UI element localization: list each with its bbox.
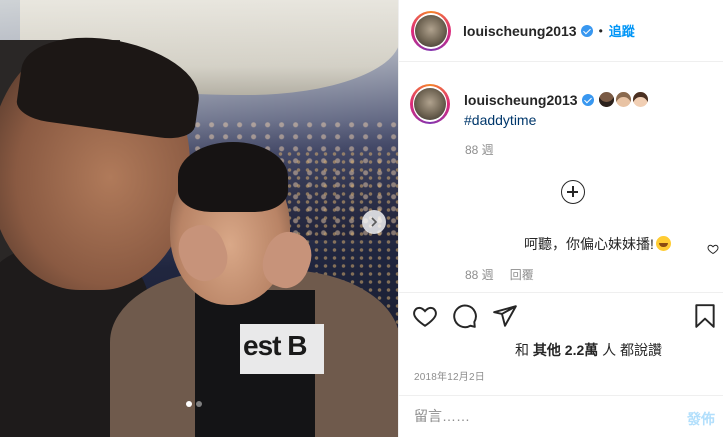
author-avatar[interactable] — [411, 10, 451, 51]
bookmark-icon[interactable] — [692, 303, 718, 329]
post-photo[interactable]: est B — [0, 0, 398, 437]
avatar — [414, 88, 446, 120]
load-more-comments-button[interactable] — [561, 180, 585, 204]
photo-shirt-text: est B — [243, 330, 307, 361]
girl-emoji — [633, 92, 649, 107]
comment-icon[interactable] — [452, 303, 478, 329]
carousel-next-button[interactable] — [362, 210, 386, 234]
chevron-right-icon — [371, 217, 378, 227]
carousel-dot-1 — [186, 401, 192, 407]
verified-badge-icon — [581, 94, 594, 106]
post-caption: louischeung2013 #daddytime — [410, 84, 710, 130]
comment-reply-button[interactable]: 回覆 — [510, 266, 534, 283]
man-dark-skin-emoji — [599, 92, 615, 107]
tears-of-joy-emoji — [655, 236, 671, 251]
follow-button[interactable]: 追蹤 — [609, 21, 635, 40]
comment-item: 呵聽，你偏心妹妹播! — [524, 234, 671, 254]
comment-input[interactable] — [414, 408, 654, 424]
likes-suffix: 人 都說讚 — [602, 342, 663, 358]
verified-badge-icon — [580, 24, 593, 37]
caption-username[interactable]: louischeung2013 — [464, 92, 578, 108]
post-header: louischeung2013 • 追蹤 — [399, 0, 723, 62]
comment-timestamp[interactable]: 88 週 — [465, 266, 494, 283]
heart-icon[interactable] — [412, 303, 438, 329]
likes-prefix: 和 — [515, 342, 529, 358]
comment-meta: 88 週 回覆 — [465, 266, 534, 283]
likes-summary[interactable]: 和 其他 2.2萬 人 都說讚 — [515, 340, 662, 360]
caption-timestamp[interactable]: 88 週 — [465, 141, 494, 158]
carousel-indicator — [186, 401, 202, 407]
post-comment-button[interactable]: 發佈 — [687, 409, 715, 429]
add-comment-bar: 發佈 — [398, 395, 723, 437]
post-date[interactable]: 2018年12月2日 — [414, 368, 485, 383]
comment-text: 呵聽，你偏心妹妹播! — [524, 236, 654, 252]
post-actions-bar — [398, 292, 723, 340]
photo-kid-hair — [178, 142, 288, 212]
share-icon[interactable] — [492, 303, 518, 329]
carousel-dot-2 — [196, 401, 202, 407]
instagram-post-modal: est B louischeung2013 • 追蹤 louischeung20… — [0, 0, 723, 437]
header-separator: • — [598, 23, 603, 38]
likes-count: 2.2萬 — [564, 342, 599, 358]
comment-like-icon[interactable] — [707, 243, 719, 255]
caption-hashtag-link[interactable]: #daddytime — [464, 110, 648, 130]
man-light-skin-emoji — [616, 92, 632, 107]
author-username[interactable]: louischeung2013 — [463, 23, 577, 39]
likes-other: 其他 — [532, 342, 561, 358]
avatar — [415, 14, 447, 47]
caption-body: louischeung2013 #daddytime — [464, 90, 649, 130]
caption-avatar[interactable] — [410, 84, 450, 124]
